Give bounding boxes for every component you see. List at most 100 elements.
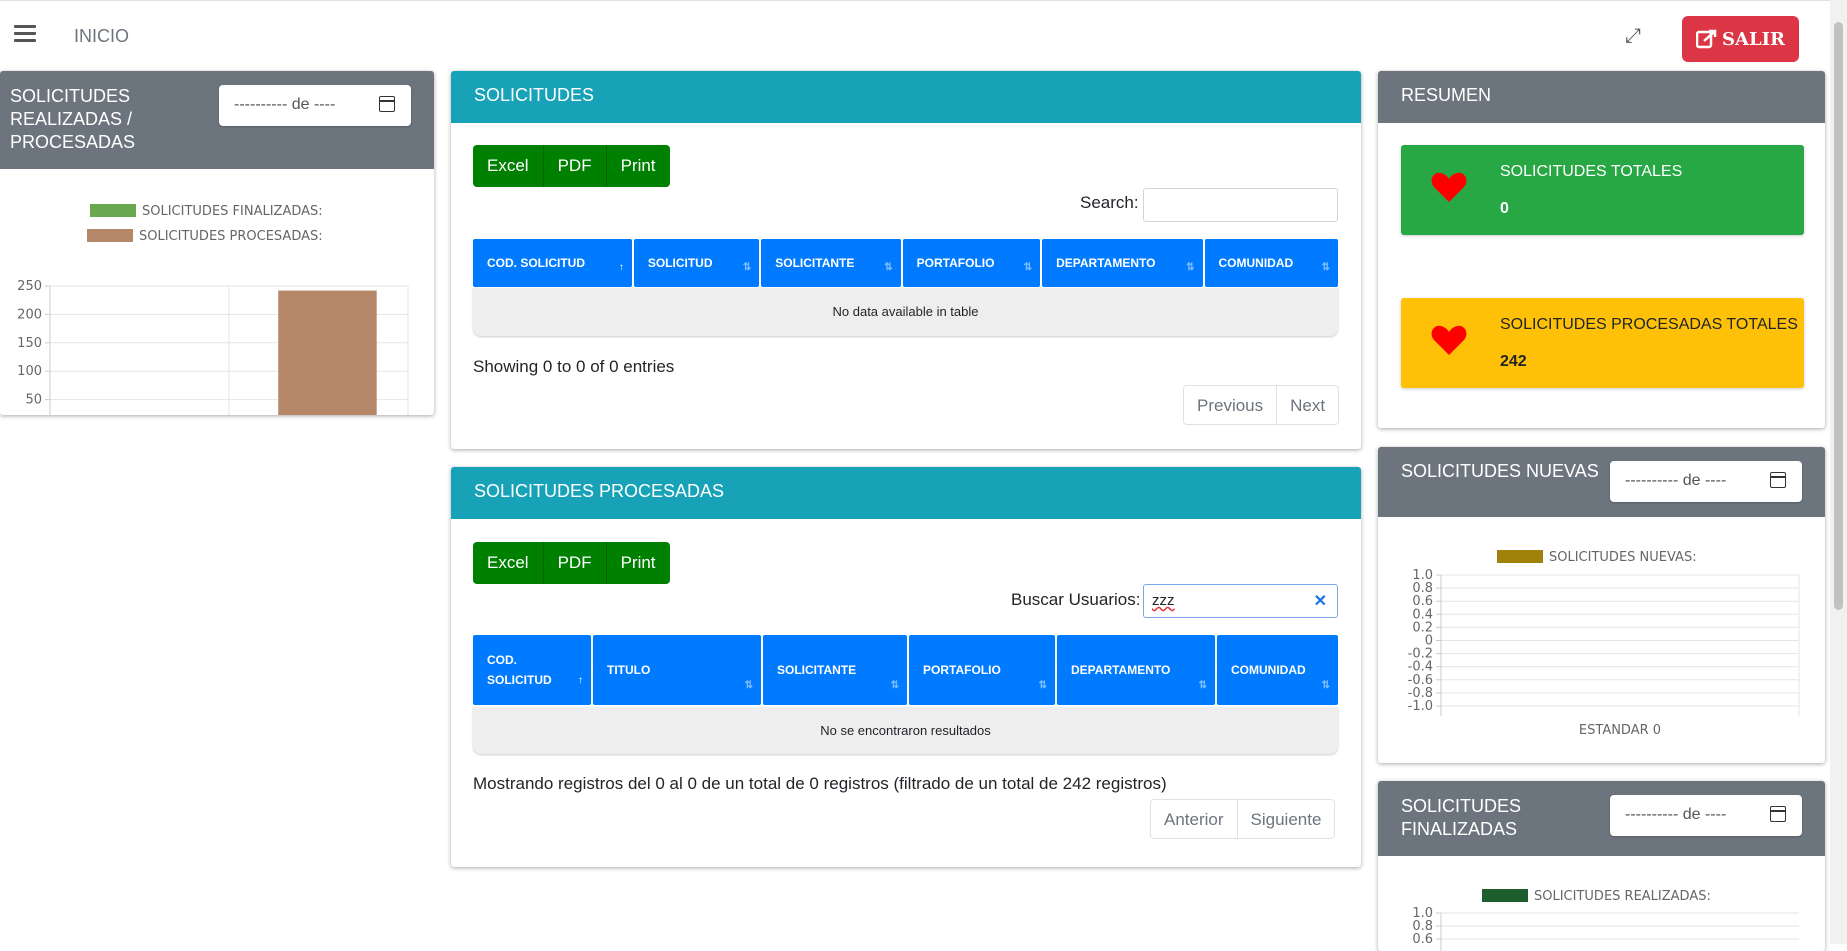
search-label: Search: (1080, 193, 1139, 212)
column-header-cod[interactable]: COD. SOLICITUD ↑ (473, 239, 632, 287)
column-header-departamento[interactable]: DEPARTAMENTO ⇅ (1042, 239, 1203, 287)
date-filter-input[interactable]: ---------- de ---- (219, 85, 411, 126)
heart-icon (1431, 172, 1467, 202)
scrollbar-thumb[interactable] (1834, 22, 1843, 610)
pagination: Previous Next (1183, 385, 1340, 425)
stat-label: SOLICITUDES PROCESADAS TOTALES (1500, 316, 1798, 333)
column-header-titulo[interactable]: TITULO ⇅ (593, 635, 761, 705)
y-tick-label: 250 (17, 279, 42, 294)
column-header-solicitante[interactable]: SOLICITANTE ⇅ (763, 635, 907, 705)
clear-search-icon[interactable]: ✕ (1314, 591, 1327, 611)
card-header: SOLICITUDES FINALIZADAS ---------- de --… (1378, 781, 1825, 856)
y-tick-label: 100 (17, 364, 42, 379)
column-header-solicitante[interactable]: SOLICITANTE ⇅ (761, 239, 901, 287)
y-axis-ticks: 1.00.80.6 (1412, 906, 1433, 947)
logout-label: SALIR (1722, 28, 1785, 50)
logout-button[interactable]: SALIR (1682, 16, 1799, 62)
previous-page-button[interactable]: Anterior (1151, 800, 1238, 838)
nuevas-bar-chart: SOLICITUDES NUEVAS: 1.00.80.60.40.20-0.2… (1408, 550, 1800, 738)
top-navbar: INICIO ⤢ SALIR (0, 0, 1847, 70)
table-info: Mostrando registros del 0 al 0 de un tot… (473, 774, 1167, 793)
card-header: RESUMEN (1378, 71, 1825, 123)
x-tick-label: ESTANDAR 0 (1579, 723, 1661, 738)
chart-grid (1436, 912, 1799, 951)
legend-label-realizadas: SOLICITUDES REALIZADAS: (1534, 889, 1711, 904)
export-button-group: Excel PDF Print (473, 145, 670, 187)
column-header-portafolio[interactable]: PORTAFOLIO ⇅ (909, 635, 1055, 705)
procesadas-table: COD. SOLICITUD ↑ TITULO ⇅ SOLICITANTE ⇅ POR… (471, 635, 1340, 705)
date-filter-input[interactable]: ---------- de ---- (1610, 461, 1802, 502)
realizadas-bar-chart: SOLICITUDES FINALIZADAS: SOLICITUDES PRO… (17, 204, 409, 415)
column-header-solicitud[interactable]: SOLICITUD ⇅ (633, 239, 760, 287)
solicitudes-finalizadas-card: SOLICITUDES FINALIZADAS ---------- de --… (1378, 781, 1825, 951)
solicitudes-totales-box: SOLICITUDES TOTALES 0 (1401, 145, 1804, 235)
print-button[interactable]: Print (606, 542, 670, 584)
resumen-card: RESUMEN SOLICITUDES TOTALES 0 SOLICITUDE… (1378, 71, 1825, 428)
heart-icon (1431, 325, 1467, 355)
legend-label-finalizadas: SOLICITUDES FINALIZADAS: (142, 204, 323, 219)
date-placeholder: ---------- de ---- (234, 96, 336, 113)
y-tick-label: 200 (17, 307, 42, 322)
stat-value: 242 (1500, 353, 1527, 370)
date-placeholder: ---------- de ---- (1625, 806, 1727, 823)
card-title: RESUMEN (1401, 85, 1492, 105)
solicitudes-table: COD. SOLICITUD ↑ SOLICITUD ⇅ SOLICITANTE ⇅ … (471, 239, 1340, 287)
table-info: Showing 0 to 0 of 0 entries (473, 357, 675, 376)
legend-swatch-realizadas (1482, 889, 1528, 902)
stat-label: SOLICITUDES TOTALES (1500, 163, 1683, 180)
legend-swatch-procesadas (87, 229, 133, 242)
solicitudes-procesadas-card: SOLICITUDES PROCESADAS Excel PDF Print B… (451, 467, 1361, 867)
card-header: SOLICITUDES NUEVAS ---------- de ---- (1378, 447, 1825, 517)
column-header-departamento[interactable]: DEPARTAMENTO ⇅ (1057, 635, 1215, 705)
calendar-icon[interactable] (379, 96, 395, 112)
sign-out-icon (1696, 29, 1717, 49)
stat-value: 0 (1500, 200, 1509, 217)
y-tick-label: 150 (17, 336, 42, 351)
solicitudes-nuevas-card: SOLICITUDES NUEVAS ---------- de ---- SO… (1378, 447, 1825, 763)
solicitudes-card: SOLICITUDES Excel PDF Print Search: COD.… (451, 71, 1361, 449)
calendar-icon[interactable] (1770, 806, 1786, 822)
legend-swatch-nuevas (1497, 550, 1543, 563)
y-tick-label: -1.0 (1408, 699, 1433, 714)
page-scrollbar[interactable] (1830, 0, 1847, 944)
column-header-portafolio[interactable]: PORTAFOLIO ⇅ (902, 239, 1041, 287)
empty-table-row: No data available in table (473, 288, 1338, 336)
y-axis-ticks: 250200150100500 (17, 279, 42, 408)
fullscreen-icon[interactable]: ⤢ (1622, 25, 1644, 47)
column-header-comunidad[interactable]: COMUNIDAD ⇅ (1204, 239, 1338, 287)
hamburger-menu-icon[interactable] (14, 25, 36, 43)
excel-button[interactable]: Excel (473, 542, 544, 584)
print-button[interactable]: Print (606, 145, 670, 187)
next-page-button[interactable]: Next (1277, 386, 1338, 424)
y-tick-label: 50 (25, 393, 42, 408)
pdf-button[interactable]: PDF (543, 145, 607, 187)
card-header: SOLICITUDES REALIZADAS / PROCESADAS ----… (0, 71, 434, 169)
y-tick-label: 0.6 (1412, 932, 1433, 947)
excel-button[interactable]: Excel (473, 145, 544, 187)
card-header: SOLICITUDES (451, 71, 1361, 123)
chart-bars (278, 290, 377, 415)
card-title: SOLICITUDES REALIZADAS / PROCESADAS (10, 86, 136, 152)
pdf-button[interactable]: PDF (543, 542, 607, 584)
next-page-button[interactable]: Siguiente (1238, 800, 1335, 838)
buscar-usuarios-input[interactable]: zzz ✕ (1143, 584, 1338, 618)
card-title: SOLICITUDES PROCESADAS (474, 481, 725, 501)
search-input[interactable] (1143, 188, 1338, 222)
column-header-cod[interactable]: COD. SOLICITUD ↑ (473, 635, 591, 705)
legend-label-nuevas: SOLICITUDES NUEVAS: (1549, 550, 1697, 565)
date-placeholder: ---------- de ---- (1625, 472, 1727, 489)
export-button-group: Excel PDF Print (473, 542, 670, 584)
calendar-icon[interactable] (1770, 472, 1786, 488)
card-title: SOLICITUDES (474, 85, 595, 105)
pagination: Anterior Siguiente (1150, 799, 1336, 839)
previous-page-button[interactable]: Previous (1184, 386, 1278, 424)
date-filter-input[interactable]: ---------- de ---- (1610, 795, 1802, 836)
y-axis-ticks: 1.00.80.60.40.20-0.2-0.4-0.6-0.8-1.0 (1408, 568, 1433, 714)
realizadas-procesadas-card: SOLICITUDES REALIZADAS / PROCESADAS ----… (0, 71, 434, 415)
legend-swatch-finalizadas (90, 204, 136, 217)
nav-link-inicio[interactable]: INICIO (74, 26, 129, 47)
buscar-usuarios-label: Buscar Usuarios: (1011, 590, 1141, 609)
column-header-comunidad[interactable]: COMUNIDAD ⇅ (1217, 635, 1338, 705)
card-header: SOLICITUDES PROCESADAS (451, 467, 1361, 519)
card-title: SOLICITUDES FINALIZADAS (1401, 796, 1522, 839)
